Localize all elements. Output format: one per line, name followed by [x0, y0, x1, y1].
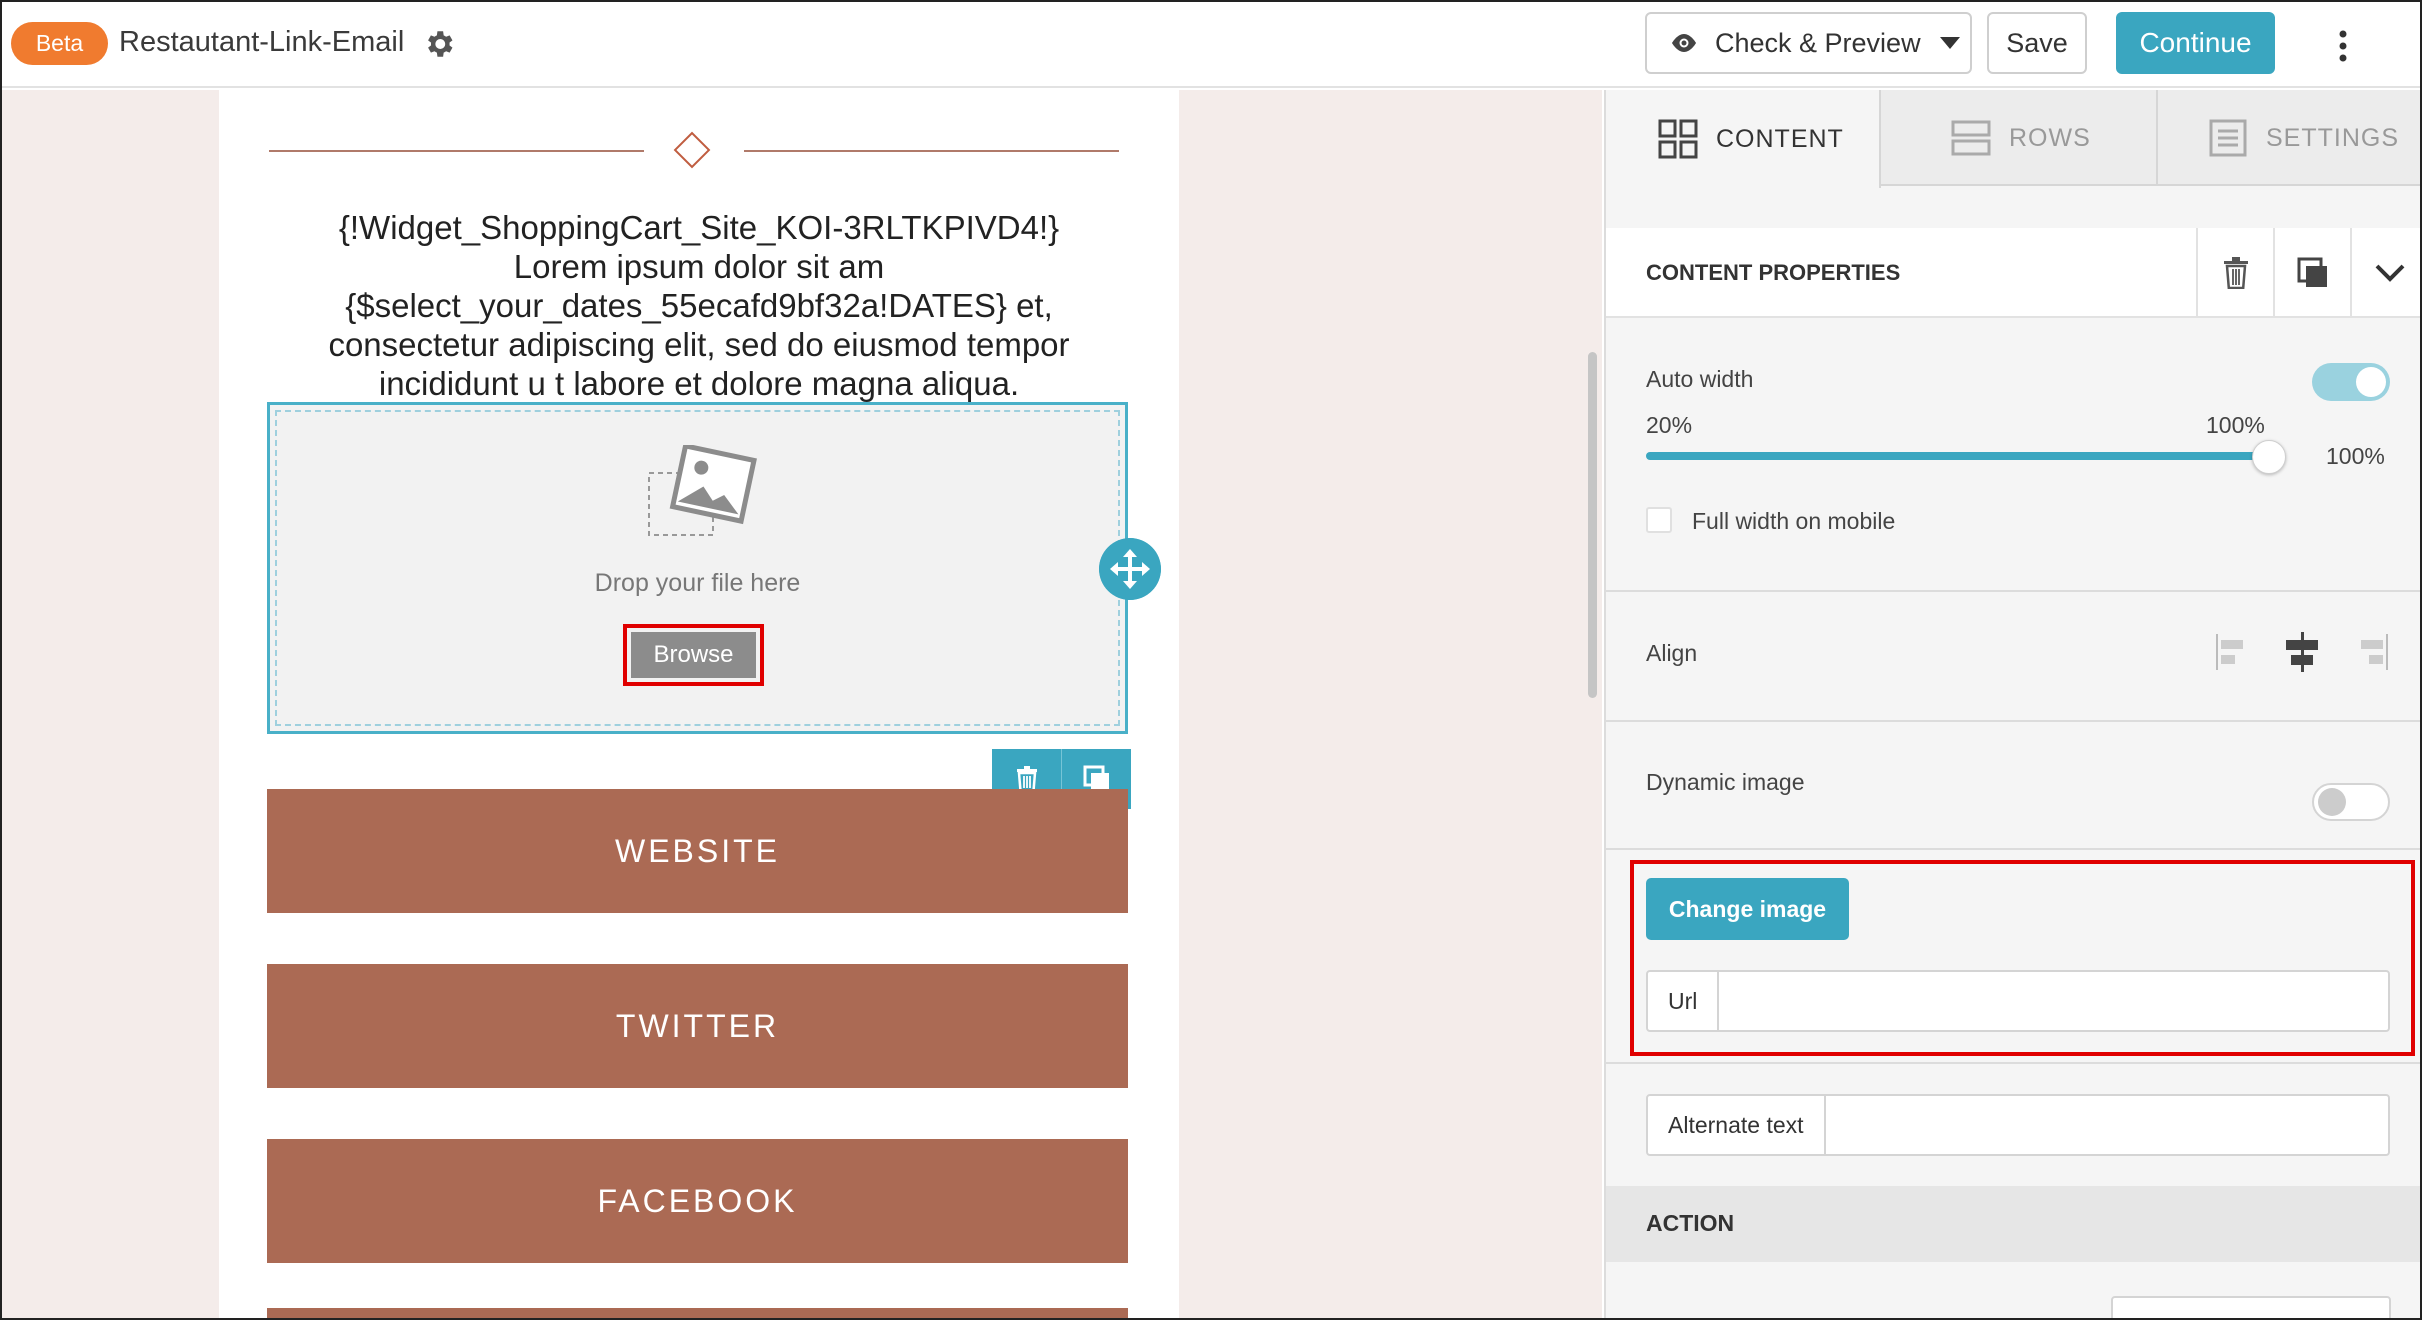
- email-body: {!Widget_ShoppingCart_Site_KOI-3RLTKPIVD…: [219, 90, 1179, 1318]
- browse-button-highlight: Browse: [623, 624, 764, 686]
- top-bar: Beta Restautant-Link-Email Check & Previ…: [2, 2, 2420, 88]
- tab-content-label: CONTENT: [1716, 124, 1844, 153]
- move-icon[interactable]: [1099, 538, 1161, 600]
- canvas-scrollbar[interactable]: [1588, 352, 1597, 698]
- tab-settings[interactable]: SETTINGS: [2156, 90, 2420, 186]
- beta-badge: Beta: [11, 22, 108, 65]
- dynamic-image-toggle[interactable]: [2312, 783, 2390, 821]
- divider: [1606, 720, 2420, 722]
- divider-diamond: [673, 131, 711, 169]
- action-select[interactable]: [2111, 1296, 2391, 1318]
- text-line: incididunt u t labore et dolore magna al…: [378, 365, 1020, 402]
- width-slider-track[interactable]: [1646, 452, 2278, 460]
- browse-button[interactable]: Browse: [631, 632, 756, 678]
- duplicate-content-button[interactable]: [2273, 228, 2350, 318]
- content-properties-header: CONTENT PROPERTIES: [1606, 228, 2420, 318]
- check-preview-button[interactable]: Check & Preview: [1645, 12, 1972, 74]
- more-options-icon[interactable]: [2336, 28, 2350, 64]
- email-text-block[interactable]: {!Widget_ShoppingCart_Site_KOI-3RLTKPIVD…: [259, 208, 1139, 403]
- next-cta-button[interactable]: [267, 1308, 1128, 1318]
- text-line: Lorem ipsum dolor sit am: [513, 248, 885, 285]
- url-field: Url: [1646, 970, 2390, 1032]
- properties-panel: CONTENT ROWS SETTINGS CONTENT PROPERTIES: [1604, 90, 2420, 1318]
- rows-icon: [1951, 120, 1991, 156]
- action-section-header[interactable]: ACTION: [1606, 1186, 2420, 1262]
- change-image-button[interactable]: Change image: [1646, 878, 1849, 940]
- trash-icon: [2223, 257, 2248, 289]
- slider-min-label: 20%: [1646, 412, 1693, 438]
- align-center-icon[interactable]: [2282, 630, 2322, 674]
- full-width-mobile-checkbox[interactable]: [1646, 507, 1672, 533]
- app-window: Beta Restautant-Link-Email Check & Previ…: [0, 0, 2422, 1320]
- alternate-text-label: Alternate text: [1648, 1096, 1826, 1154]
- align-label: Align: [1646, 640, 1698, 666]
- url-input[interactable]: [1719, 972, 2388, 1030]
- text-line: {$select_your_dates_55ecafd9bf32a!DATES}…: [345, 287, 1053, 324]
- dynamic-image-label: Dynamic image: [1646, 769, 1805, 795]
- divider-line-right: [744, 150, 1119, 152]
- align-right-icon[interactable]: [2352, 630, 2392, 674]
- tab-content[interactable]: CONTENT: [1606, 90, 1881, 188]
- drop-file-text: Drop your file here: [594, 569, 801, 597]
- auto-width-label: Auto width: [1646, 366, 1754, 392]
- alternate-text-field: Alternate text: [1646, 1094, 2390, 1156]
- continue-button[interactable]: Continue: [2116, 12, 2275, 74]
- tab-settings-label: SETTINGS: [2266, 123, 2400, 152]
- duplicate-icon: [2297, 257, 2327, 287]
- auto-width-toggle[interactable]: [2312, 363, 2390, 401]
- toggle-knob: [2318, 788, 2346, 816]
- settings-list-icon: [2209, 119, 2247, 157]
- slider-value: 100%: [2326, 443, 2385, 469]
- panel-tabs: CONTENT ROWS SETTINGS: [1606, 90, 2420, 188]
- align-left-icon[interactable]: [2212, 630, 2252, 674]
- image-placeholder-icon: [648, 445, 757, 536]
- divider: [1606, 848, 2420, 850]
- tab-rows-label: ROWS: [2009, 123, 2091, 152]
- check-preview-label: Check & Preview: [1715, 27, 1921, 58]
- facebook-button[interactable]: FACEBOOK: [267, 1139, 1128, 1263]
- divider: [1606, 590, 2420, 592]
- text-line: consectetur adipiscing elit, sed do eius…: [328, 326, 1070, 363]
- gear-icon[interactable]: [422, 27, 456, 61]
- divider-line-left: [269, 150, 644, 152]
- twitter-button[interactable]: TWITTER: [267, 964, 1128, 1088]
- chevron-down-icon: [2375, 264, 2404, 282]
- save-button[interactable]: Save: [1987, 12, 2087, 74]
- chevron-down-icon: [1939, 37, 1960, 49]
- image-dropzone[interactable]: Drop your file here Browse: [267, 402, 1128, 734]
- tab-rows[interactable]: ROWS: [1881, 90, 2156, 186]
- width-slider-handle[interactable]: [2252, 440, 2286, 474]
- slider-max-label: 100%: [2206, 412, 2265, 438]
- url-label: Url: [1648, 972, 1720, 1030]
- toggle-knob: [2356, 367, 2386, 397]
- editor-canvas: {!Widget_ShoppingCart_Site_KOI-3RLTKPIVD…: [2, 90, 1602, 1318]
- collapse-button[interactable]: [2350, 228, 2420, 318]
- divider: [1606, 1062, 2420, 1064]
- delete-content-button[interactable]: [2196, 228, 2273, 318]
- alternate-text-input[interactable]: [1825, 1096, 2388, 1154]
- content-properties-title: CONTENT PROPERTIES: [1646, 260, 1901, 285]
- full-width-mobile-label: Full width on mobile: [1692, 508, 1896, 534]
- eye-icon: [1672, 34, 1696, 52]
- website-button[interactable]: WEBSITE: [267, 789, 1128, 913]
- grid-icon: [1658, 119, 1698, 159]
- action-title: ACTION: [1646, 1210, 1735, 1236]
- document-title[interactable]: Restautant-Link-Email: [119, 26, 404, 59]
- text-line: {!Widget_ShoppingCart_Site_KOI-3RLTKPIVD…: [338, 209, 1060, 246]
